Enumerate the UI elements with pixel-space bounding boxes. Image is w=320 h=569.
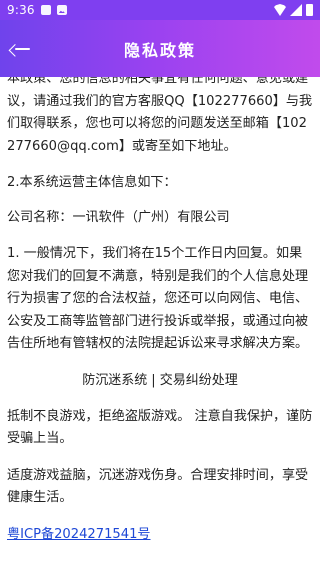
battery-icon xyxy=(306,4,313,16)
signal-icon xyxy=(290,4,302,16)
anti-addiction-link[interactable]: 防沉迷系统 xyxy=(82,370,147,392)
page-title: 隐私政策 xyxy=(123,40,196,60)
image-icon xyxy=(56,5,67,15)
privacy-content[interactable]: 本政策、您的信息的相关事宜有任何问题、意见或建议，请通过我们的官方客服QQ【10… xyxy=(0,77,320,569)
footer-links: 防沉迷系统 | 交易纠纷处理 xyxy=(7,370,313,392)
status-left: 9:36 xyxy=(7,3,67,17)
app-bar: 隐私政策 xyxy=(0,20,320,77)
back-button[interactable] xyxy=(7,34,37,64)
status-right xyxy=(274,4,313,16)
section-title: 2.本系统运营主体信息如下： xyxy=(7,175,177,190)
company-name: 公司名称：一讯软件（广州）有限公司 xyxy=(7,209,230,225)
footer-separator: | xyxy=(151,372,156,388)
status-bar: 9:36 xyxy=(0,0,320,20)
notification-icon xyxy=(40,5,51,15)
arrow-left-icon-head xyxy=(8,44,22,57)
privacy-content-body: 本政策、您的信息的相关事宜有任何问题、意见或建议，请通过我们的官方客服QQ【10… xyxy=(7,77,313,546)
healthy-gaming-notice-2: 适度游戏益脑，沉迷游戏伤身。合理安排时间，享受健康生活。 xyxy=(7,467,309,506)
status-time: 9:36 xyxy=(7,3,35,17)
phone-screen: 9:36 隐私政策 本政策、您的信息的相关事宜有任何问题、意见或建议，请通过我们… xyxy=(0,0,320,569)
arrow-left-icon xyxy=(8,40,31,58)
response-paragraph: 1. 一般情况下，我们将在15个工作日内回复。如果您对我们的回复不满意，特别是我… xyxy=(7,246,309,351)
wifi-icon xyxy=(274,4,286,16)
healthy-gaming-notice-1: 抵制不良游戏，拒绝盗版游戏。 注意自我保护，谨防受骗上当。 xyxy=(7,408,313,447)
contact-paragraph: 本政策、您的信息的相关事宜有任何问题、意见或建议，请通过我们的官方客服QQ【10… xyxy=(7,77,313,154)
dispute-link[interactable]: 交易纠纷处理 xyxy=(160,370,238,392)
icp-link[interactable]: 粤ICP备2024271541号 xyxy=(7,524,151,547)
